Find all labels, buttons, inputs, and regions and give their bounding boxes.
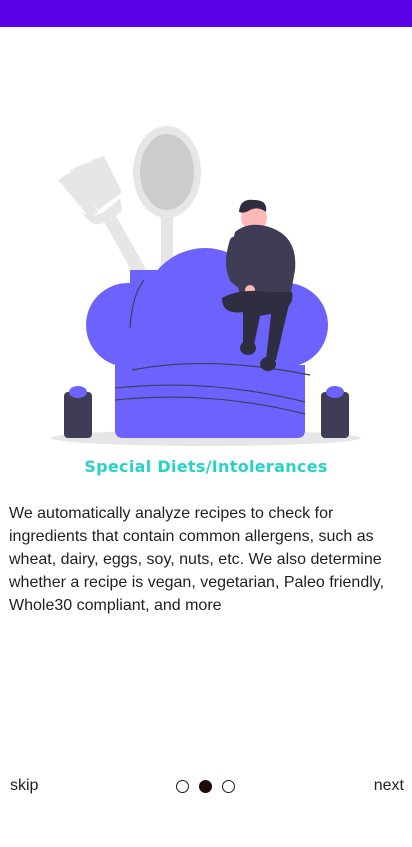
page-indicator (176, 780, 238, 794)
status-bar (0, 0, 412, 27)
page-dot-3[interactable] (222, 780, 235, 793)
next-button[interactable]: next (374, 777, 404, 795)
page-dot-2-active[interactable] (199, 780, 212, 793)
bottom-navigation: skip next (0, 775, 412, 801)
skip-button[interactable]: skip (10, 777, 38, 795)
onboarding-description: We automatically analyze recipes to chec… (9, 505, 385, 614)
salt-shaker-left-icon (64, 386, 92, 438)
chef-hat-illustration (51, 126, 361, 446)
salt-shaker-right-icon (321, 386, 349, 438)
onboarding-title: Special Diets/Intolerances (84, 457, 328, 476)
page-dot-1[interactable] (176, 780, 189, 793)
